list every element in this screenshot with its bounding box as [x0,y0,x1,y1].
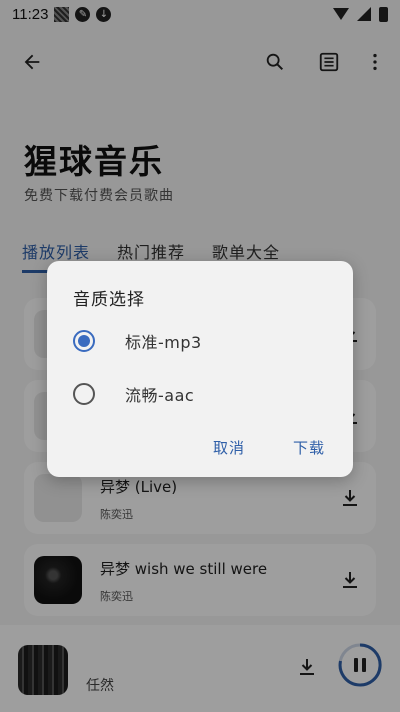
option-mp3[interactable]: 标准-mp3 [73,321,333,361]
option-label: 流畅-aac [125,386,195,405]
option-label: 标准-mp3 [125,333,202,352]
quality-dialog: 音质选择 标准-mp3 流畅-aac 取消 下载 [47,261,353,477]
option-aac[interactable]: 流畅-aac [73,374,333,414]
radio-selected-icon[interactable] [73,330,95,352]
radio-unselected-icon[interactable] [73,383,95,405]
cancel-button[interactable]: 取消 [213,437,245,458]
download-confirm-button[interactable]: 下载 [293,437,325,458]
dialog-title: 音质选择 [73,290,145,310]
